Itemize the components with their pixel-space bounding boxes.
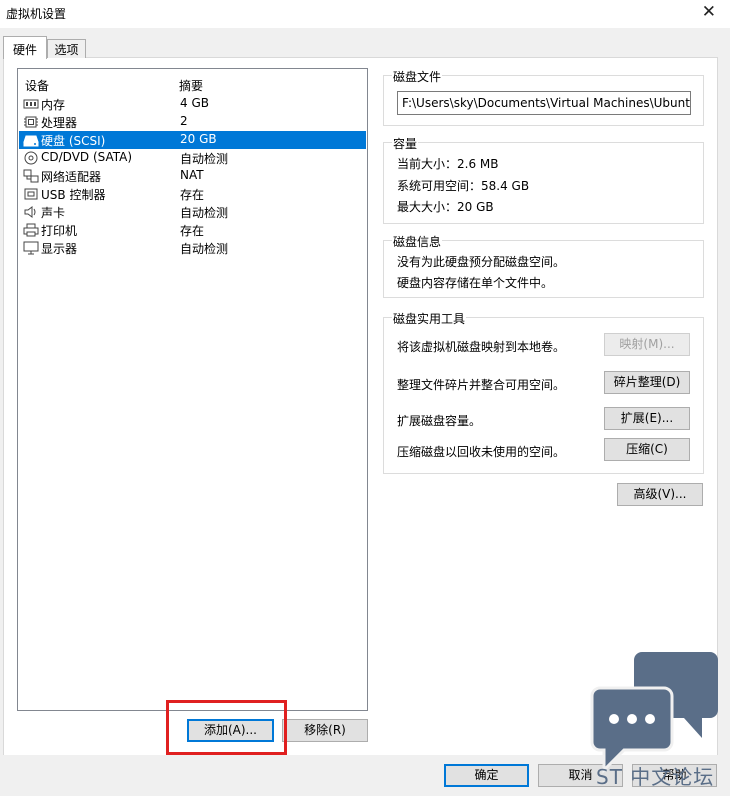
device-row-printer[interactable]: 打印机 存在 [19,221,366,239]
watermark-text: ST 中文论坛 [596,765,715,789]
close-icon[interactable]: ✕ [702,2,716,22]
column-header-device[interactable]: 设备 [25,77,49,94]
device-summary: 自动检测 [180,242,229,256]
remove-device-button[interactable]: 移除(R) [282,719,368,742]
map-disk-text: 将该虚拟机磁盘映射到本地卷。 [397,340,566,354]
device-name: 声卡 [41,206,66,220]
device-summary: 20 GB [180,132,217,146]
ok-button[interactable]: 确定 [444,764,529,787]
device-summary: 存在 [180,224,205,238]
device-name: 显示器 [41,242,78,256]
device-row-memory[interactable]: 内存 4 GB [19,95,366,113]
memory-icon [23,99,39,109]
disk-info-label: 磁盘信息 [392,233,443,250]
preallocation-text: 没有为此硬盘预分配磁盘空间。 [397,255,566,269]
disk-file-label: 磁盘文件 [392,68,443,85]
cd-dvd-icon [24,151,38,165]
current-size-text: 当前大小：2.6 MB [397,157,499,171]
compact-button[interactable]: 压缩(C) [604,438,690,461]
device-summary: 4 GB [180,96,209,110]
disk-utilities-label: 磁盘实用工具 [392,310,467,327]
defragment-button[interactable]: 碎片整理(D) [604,371,690,394]
disk-utilities-group: 磁盘实用工具 将该虚拟机磁盘映射到本地卷。 映射(M)... 整理文件碎片并整合… [383,310,704,474]
storage-mode-text: 硬盘内容存储在单个文件中。 [397,276,554,290]
capacity-group: 容量 当前大小：2.6 MB 系统可用空间：58.4 GB 最大大小：20 GB [383,135,704,224]
device-row-sound-card[interactable]: 声卡 自动检测 [19,203,366,221]
device-summary: 自动检测 [180,152,229,166]
title-bar: 虚拟机设置 ✕ [0,0,730,28]
processor-icon [24,116,38,128]
device-summary: NAT [180,168,204,182]
printer-icon [23,223,39,237]
device-name: CD/DVD (SATA) [41,150,133,164]
device-summary: 自动检测 [180,206,229,220]
compact-text: 压缩磁盘以回收未使用的空间。 [397,445,566,459]
disk-file-path-field[interactable]: F:\Users\sky\Documents\Virtual Machines\… [397,91,691,115]
highlight-box [166,700,287,755]
display-icon [23,241,39,255]
tab-hardware[interactable]: 硬件 [3,36,47,59]
tab-options[interactable]: 选项 [47,39,86,58]
device-name: 内存 [41,98,66,112]
device-name: 网络适配器 [41,170,102,184]
expand-button[interactable]: 扩展(E)... [604,407,690,430]
capacity-label: 容量 [392,135,419,152]
device-name: USB 控制器 [41,188,106,202]
sound-card-icon [24,206,36,218]
advanced-button[interactable]: 高级(V)... [617,483,703,506]
map-button[interactable]: 映射(M)... [604,333,690,356]
usb-controller-icon [24,188,38,200]
disk-info-group: 磁盘信息 没有为此硬盘预分配磁盘空间。 硬盘内容存储在单个文件中。 [383,233,704,298]
hard-disk-icon [23,135,39,147]
device-row-display[interactable]: 显示器 自动检测 [19,239,366,257]
device-name: 打印机 [41,224,78,238]
device-row-cd-dvd[interactable]: CD/DVD (SATA) 自动检测 [19,149,366,167]
device-list[interactable]: 设备 摘要 内存 4 GB 处理器 2 硬盘 (SCSI) 20 GB CD/D… [17,68,368,711]
max-size-text: 最大大小：20 GB [397,200,494,214]
defrag-text: 整理文件碎片并整合可用空间。 [397,378,566,392]
device-summary: 2 [180,114,188,128]
device-name: 处理器 [41,116,78,130]
column-header-summary[interactable]: 摘要 [179,77,203,94]
device-name: 硬盘 (SCSI) [41,134,106,148]
device-row-hard-disk[interactable]: 硬盘 (SCSI) 20 GB [19,131,366,149]
device-row-usb-controller[interactable]: USB 控制器 存在 [19,185,366,203]
device-row-network-adapter[interactable]: 网络适配器 NAT [19,167,366,185]
network-adapter-icon [23,169,39,183]
device-row-processor[interactable]: 处理器 2 [19,113,366,131]
disk-file-group: 磁盘文件 F:\Users\sky\Documents\Virtual Mach… [383,68,704,126]
device-summary: 存在 [180,188,205,202]
system-free-space-text: 系统可用空间：58.4 GB [397,179,530,193]
window-title: 虚拟机设置 [6,7,67,21]
expand-text: 扩展磁盘容量。 [397,414,482,428]
